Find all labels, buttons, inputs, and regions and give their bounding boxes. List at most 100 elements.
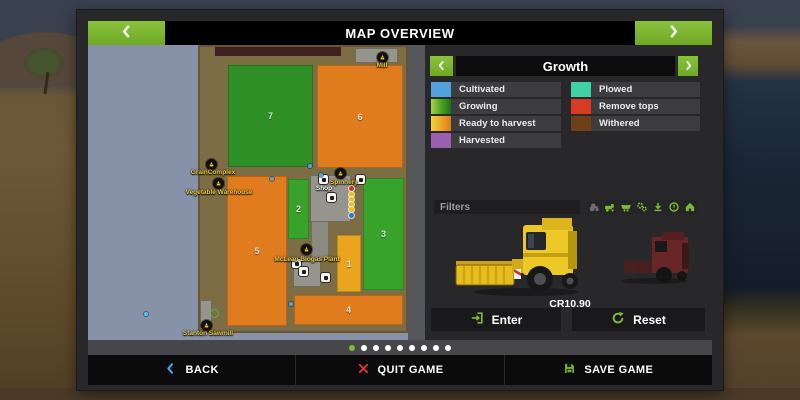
map-label-spinnery: Spinnery	[330, 179, 358, 186]
legend-label: Cultivated	[459, 84, 505, 95]
map-field-1: 1	[337, 235, 361, 292]
yellow-combine	[456, 218, 578, 292]
map-road	[312, 222, 328, 258]
legend-swatch-harvested	[431, 133, 451, 148]
legend-swatch-ready-to-harvest	[431, 116, 451, 131]
field-number: 6	[357, 112, 362, 122]
map-field-5: 5	[227, 176, 287, 326]
filters-label: Filters	[440, 202, 470, 213]
house-filter-icon[interactable]	[683, 200, 698, 214]
back-label: BACK	[185, 364, 218, 376]
map-field-2: 2	[288, 179, 309, 239]
filter-icon-group	[586, 200, 698, 214]
growth-prev-button[interactable]	[430, 56, 453, 76]
back-button[interactable]: BACK	[88, 355, 295, 385]
map-railway-strip	[215, 47, 341, 56]
legend-label: Growing	[459, 101, 498, 112]
chevron-right-icon	[666, 24, 681, 42]
title-bar: MAP OVERVIEW	[88, 21, 712, 45]
floppy-save-icon	[563, 362, 576, 378]
map-label-stanton-sawmill: Stanton Sawmill	[183, 330, 233, 337]
legend-swatch-plowed	[571, 82, 591, 97]
map-building-marker	[299, 267, 308, 276]
map-trigger-dot	[289, 302, 293, 306]
enter-vehicle-button[interactable]: Enter	[431, 308, 561, 331]
combine-harvester-image	[428, 215, 712, 297]
legend-item-harvested: Harvested	[431, 133, 561, 148]
map-trigger-dot	[308, 164, 312, 168]
map-poi-marker	[301, 244, 312, 255]
page-dot-4	[385, 345, 391, 351]
map[interactable]: 7 6 52 3 1 4 Mill GrainComplex Vegetable Warehou…	[88, 45, 408, 340]
legend-column-left: Cultivated Growing Ready to harvest Harvest…	[431, 82, 561, 150]
map-container: 7 6 52 3 1 4 Mill GrainComplex Vegetable Warehou…	[88, 45, 425, 340]
legend-column-right: PlowedRemove topsWithered	[571, 82, 700, 133]
map-label-shop: Shop	[316, 185, 332, 192]
prev-page-button[interactable]	[88, 21, 165, 45]
harvester-filter-icon[interactable]	[603, 200, 618, 214]
map-label-graincomplex: GrainComplex	[191, 169, 235, 176]
legend-swatch-withered	[571, 116, 591, 131]
legend-swatch-cultivated	[431, 82, 451, 97]
map-building-marker	[327, 193, 336, 202]
filters-label-bar: Filters	[434, 200, 580, 214]
field-number: 3	[381, 229, 386, 239]
legend-item-withered: Withered	[571, 116, 700, 131]
chevron-left-icon	[436, 59, 447, 74]
growth-header: Growth	[430, 56, 698, 76]
tools-filter-icon[interactable]	[635, 200, 650, 214]
legend-item-growing: Growing	[431, 99, 561, 114]
page-title: MAP OVERVIEW	[165, 21, 635, 45]
legend-item-remove-tops: Remove tops	[571, 99, 700, 114]
tractor-filter-icon[interactable]	[587, 200, 602, 214]
map-building-marker	[321, 273, 330, 282]
field-number: 4	[346, 305, 351, 315]
map-field-7: 7	[228, 65, 313, 167]
footer-menu: BACK QUIT GAME SAVE GAME	[88, 355, 712, 385]
map-label-mclean-biogas-plant: McLean Biogas Plant	[274, 256, 339, 263]
legend-label: Harvested	[459, 135, 505, 146]
legend-item-ready-to-harvest: Ready to harvest	[431, 116, 561, 131]
map-field-3: 3	[363, 178, 404, 290]
page-dot-3	[373, 345, 379, 351]
notice-filter-icon[interactable]	[667, 200, 682, 214]
vehicle-preview	[428, 215, 712, 297]
field-number: 1	[346, 259, 351, 269]
field-number: 7	[268, 111, 273, 121]
save-label: SAVE GAME	[584, 364, 653, 376]
map-label-vegetable-warehouse: Vegetable Warehouse	[186, 189, 253, 196]
legend-swatch-remove-tops	[571, 99, 591, 114]
legend-label: Withered	[599, 118, 640, 129]
trailer-filter-icon[interactable]	[619, 200, 634, 214]
chevron-right-icon	[683, 59, 694, 74]
enter-icon	[470, 311, 484, 328]
next-page-button[interactable]	[635, 21, 712, 45]
growth-next-button[interactable]	[678, 56, 698, 76]
growth-title: Growth	[456, 56, 675, 76]
page-dot-1	[349, 345, 355, 351]
page-dot-2	[361, 345, 367, 351]
download-filter-icon[interactable]	[651, 200, 666, 214]
background-landscape-left	[0, 0, 88, 400]
page-dot-8	[433, 345, 439, 351]
map-marker-ring	[210, 309, 219, 318]
map-vehicle-dot	[349, 213, 354, 218]
reset-label: Reset	[633, 313, 666, 327]
reset-vehicle-button[interactable]: Reset	[572, 308, 705, 331]
map-trigger-dot	[144, 312, 148, 316]
map-trigger-dot	[319, 173, 323, 177]
map-field-6: 6	[317, 65, 403, 168]
background-landscape-right	[712, 0, 800, 400]
page-indicator	[88, 340, 712, 355]
save-game-button[interactable]: SAVE GAME	[504, 355, 712, 385]
map-trigger-dot	[270, 177, 274, 181]
map-field-4: 4	[294, 295, 403, 325]
tree	[24, 48, 64, 78]
map-vehicle-dot	[349, 207, 354, 212]
page-dot-7	[421, 345, 427, 351]
enter-label: Enter	[492, 313, 523, 327]
quit-game-button[interactable]: QUIT GAME	[295, 355, 503, 385]
map-label-mill: Mill	[377, 62, 388, 69]
map-poi-marker	[213, 178, 224, 189]
reset-icon	[611, 311, 625, 328]
